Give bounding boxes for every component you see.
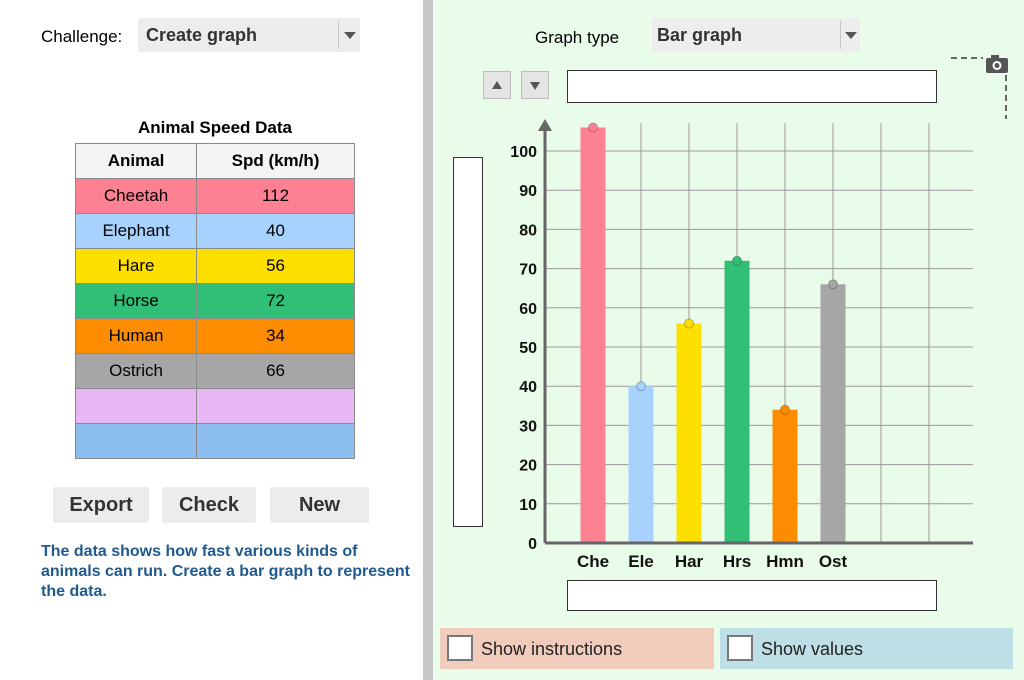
speed-cell[interactable]: 40 <box>196 213 355 249</box>
x-tick-label: Hmn <box>766 552 804 571</box>
animal-cell[interactable]: Ostrich <box>74 353 198 389</box>
show-values-label: Show values <box>761 639 864 659</box>
instructions-text: The data shows how fast various kinds of… <box>41 543 411 600</box>
new-button[interactable]: New <box>270 487 369 523</box>
export-button[interactable]: Export <box>53 487 149 523</box>
animal-cell[interactable]: Human <box>74 318 198 354</box>
column-header-animal: Animal <box>74 143 198 179</box>
y-tick-label: 40 <box>519 379 537 396</box>
panel-divider[interactable] <box>423 0 433 680</box>
show-instructions-label: Show instructions <box>481 639 623 659</box>
animal-speed-table: Animal Spd (km/h) Cheetah 112 Elephant 40 Ha… <box>74 143 355 459</box>
table-row: Elephant 40 <box>74 213 355 249</box>
show-values-toggle[interactable]: Show values <box>720 628 1013 669</box>
challenge-value: Create graph <box>146 25 258 45</box>
animal-cell[interactable]: Hare <box>74 248 198 284</box>
table-row <box>74 423 355 459</box>
y-tick-label: 70 <box>519 262 537 279</box>
bar[interactable] <box>676 323 702 543</box>
chevron-down-icon <box>845 32 857 39</box>
bar-handle[interactable] <box>780 404 790 415</box>
challenge-label: Challenge: <box>41 27 123 46</box>
speed-cell[interactable]: 72 <box>196 283 355 319</box>
speed-cell[interactable] <box>196 388 355 424</box>
x-tick-label: Har <box>675 552 704 571</box>
y-axis-label-input[interactable] <box>453 157 483 527</box>
column-header-speed: Spd (km/h) <box>196 143 355 179</box>
camera-corner <box>951 55 1008 119</box>
show-values-checkbox[interactable] <box>727 635 753 661</box>
animal-cell[interactable]: Cheetah <box>74 178 198 214</box>
y-tick-label: 80 <box>519 222 537 239</box>
y-tick-label: 10 <box>519 497 537 514</box>
y-tick-label: 30 <box>519 418 537 435</box>
bar-chart: Che Ele Har Hrs Hmn Ost 0 10 20 30 40 50 60 70 80 90 100 <box>510 119 973 571</box>
camera-icon[interactable] <box>986 55 1008 73</box>
up-arrow-icon[interactable] <box>483 71 511 99</box>
bar-handle[interactable] <box>732 255 742 266</box>
challenge-select[interactable]: Create graph <box>138 18 360 52</box>
x-tick-label: Che <box>577 552 609 571</box>
bar[interactable] <box>820 284 846 543</box>
table-row <box>74 388 355 424</box>
speed-cell[interactable]: 66 <box>196 353 355 389</box>
bar-handle[interactable] <box>684 318 694 329</box>
check-button[interactable]: Check <box>162 487 256 523</box>
y-tick-label: 20 <box>519 458 537 475</box>
x-tick-label: Ost <box>819 552 848 571</box>
table-row: Human 34 <box>74 318 355 354</box>
x-axis-label-input[interactable] <box>567 580 937 611</box>
y-tick-label: 60 <box>519 301 537 318</box>
y-tick-label: 100 <box>510 144 537 161</box>
animal-cell[interactable] <box>74 388 198 424</box>
x-tick-label: Ele <box>628 552 654 571</box>
bar-handle[interactable] <box>588 122 598 133</box>
animal-cell[interactable]: Horse <box>74 283 198 319</box>
graph-title-input[interactable] <box>567 70 937 103</box>
bar[interactable] <box>724 260 750 543</box>
bar[interactable] <box>580 127 606 544</box>
speed-cell[interactable]: 112 <box>196 178 355 214</box>
graph-type-value: Bar graph <box>657 25 743 45</box>
y-axis-arrow <box>538 119 552 131</box>
bar-handle[interactable] <box>828 279 838 290</box>
graph-panel: Graph type Bar graph Che Ele Har Hrs Hmn Ost 0… <box>433 0 1024 680</box>
y-tick-label: 50 <box>519 340 537 357</box>
table-row: Hare 56 <box>74 248 355 284</box>
graph-type-label: Graph type <box>535 28 620 47</box>
bar-handle[interactable] <box>636 381 646 392</box>
show-instructions-checkbox[interactable] <box>447 635 473 661</box>
animal-cell[interactable] <box>74 423 198 459</box>
y-tick-label: 90 <box>519 183 537 200</box>
speed-cell[interactable]: 56 <box>196 248 355 284</box>
animal-cell[interactable]: Elephant <box>74 213 198 249</box>
graph-type-select[interactable]: Bar graph <box>652 18 860 52</box>
speed-cell[interactable] <box>196 423 355 459</box>
y-tick-label: 0 <box>528 536 537 553</box>
bar[interactable] <box>772 409 798 543</box>
speed-cell[interactable]: 34 <box>196 318 355 354</box>
table-row: Horse 72 <box>74 283 355 319</box>
table-row: Ostrich 66 <box>74 353 355 389</box>
table-row: Cheetah 112 <box>74 178 355 214</box>
bar[interactable] <box>628 386 654 543</box>
down-arrow-icon[interactable] <box>521 71 549 99</box>
chevron-down-icon <box>344 32 356 39</box>
x-tick-label: Hrs <box>723 552 751 571</box>
data-panel: Challenge: Create graph Animal Speed Dat… <box>0 0 423 680</box>
table-title: Animal Speed Data <box>138 118 292 137</box>
show-instructions-toggle[interactable]: Show instructions <box>440 628 714 669</box>
